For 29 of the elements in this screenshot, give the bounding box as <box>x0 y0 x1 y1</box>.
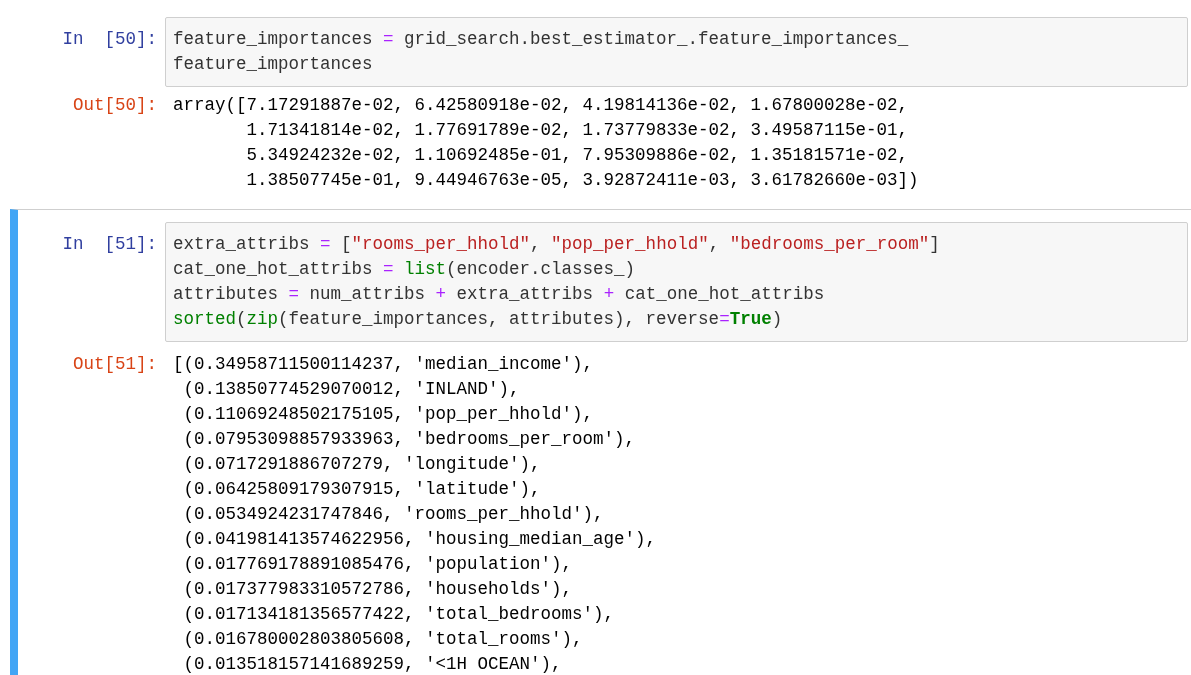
output-line: (0.11069248502175105, 'pop_per_hhold'), <box>182 403 594 426</box>
code-line: extra_attribs = ["rooms_per_hhold", "pop_per_hhold", "bedrooms_per_room"] <box>173 233 940 256</box>
code-editor[interactable] <box>165 222 1188 342</box>
output-line: (0.017134181356577422, 'total_bedrooms'), <box>182 603 615 626</box>
input-prompt: In [51]: <box>62 233 157 256</box>
output-prompt: Out[51]: <box>73 353 157 376</box>
output-line: array([7.17291887e-02, 6.42580918e-02, 4.19814136e-02, 1.67800028e-02, <box>173 94 909 117</box>
output-line: 1.38507745e-01, 9.44946763e-05, 3.92872411e-03, 3.61782660e-03]) <box>245 169 919 192</box>
output-line: (0.0717291886707279, 'longitude'), <box>182 453 541 476</box>
output-line: (0.017377983310572786, 'households'), <box>182 578 573 601</box>
output-line: (0.0534924231747846, 'rooms_per_hhold'), <box>182 503 604 526</box>
output-line: 1.71341814e-02, 1.77691789e-02, 1.73779833e-02, 3.49587115e-01, <box>245 119 909 142</box>
output-line: (0.017769178891085476, 'population'), <box>182 553 573 576</box>
output-line: (0.07953098857933963, 'bedrooms_per_room'), <box>182 428 636 451</box>
code-line: cat_one_hot_attribs = list(encoder.classes_) <box>173 258 636 281</box>
output-line: (0.06425809179307915, 'latitude'), <box>182 478 541 501</box>
input-prompt: In [50]: <box>62 28 157 51</box>
output-prompt: Out[50]: <box>73 94 157 117</box>
code-editor[interactable]: feature_importances = grid_search.best_estimator_.feature_importances_ feature_importances <box>165 17 1188 87</box>
output-line: (0.13850774529070012, 'INLAND'), <box>182 378 520 401</box>
code-line: sorted(zip(feature_importances, attributes), reverse=True) <box>173 308 783 331</box>
code-line: feature_importances <box>173 53 373 76</box>
code-line: attributes = num_attribs + extra_attribs + cat_one_hot_attribs <box>173 283 825 306</box>
output-line: (0.041981413574622956, 'housing_median_age'), <box>182 528 657 551</box>
output-line: (0.016780002803805608, 'total_rooms'), <box>182 628 583 651</box>
output-line: (0.013518157141689259, '<1H OCEAN'), <box>182 653 562 675</box>
output-line: 5.34924232e-02, 1.10692485e-01, 7.95309886e-02, 1.35181571e-02, <box>245 144 909 167</box>
code-line: feature_importances = grid_search.best_estimator_.feature_importances_ <box>173 28 909 51</box>
output-line: [(0.34958711500114237, 'median_income'), <box>173 353 594 376</box>
